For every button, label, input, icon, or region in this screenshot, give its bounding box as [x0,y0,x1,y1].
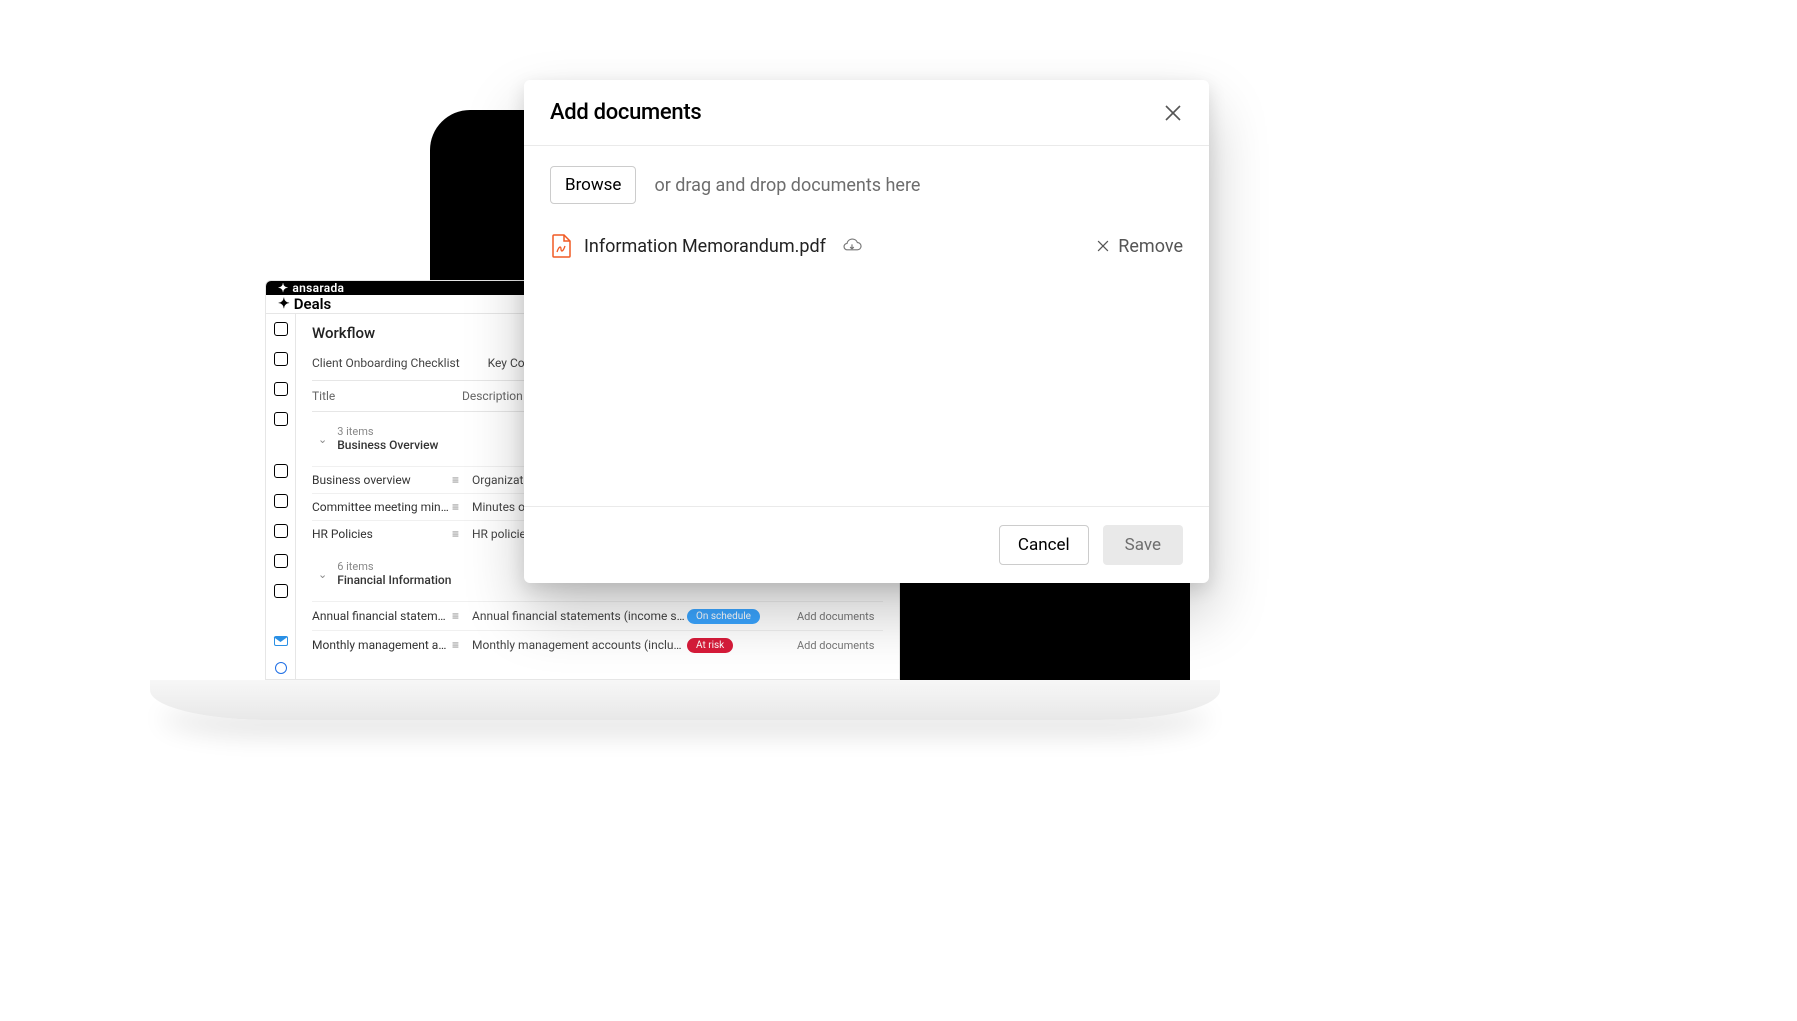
section-name: Financial Information [337,573,451,587]
brand-name: ansarada [292,281,344,295]
drag-handle-icon[interactable]: ≡ [452,527,472,541]
tab-client-onboarding[interactable]: Client Onboarding Checklist [312,356,460,370]
save-button[interactable]: Save [1103,525,1183,565]
pdf-icon [550,234,572,258]
table-row[interactable]: Annual financial statements ≡ Annual fin… [312,601,883,630]
col-title: Title [312,389,462,403]
cloud-download-icon [842,238,862,254]
section-count: 3 items [337,426,438,438]
row-title: Committee meeting minutes [312,500,452,514]
rail-icon-1[interactable] [274,322,288,336]
info-icon[interactable] [275,662,287,674]
remove-label: Remove [1118,236,1183,257]
add-documents-link[interactable]: Add documents [797,639,874,652]
table-row[interactable]: Monthly management acco… ≡ Monthly manag… [312,630,883,659]
chevron-down-icon: ⌄ [318,568,327,581]
status-badge: On schedule [687,609,760,624]
close-icon [1096,239,1110,253]
section-count: 6 items [337,561,451,573]
rail-icon-2[interactable] [274,352,288,366]
rail-icon-6[interactable] [274,494,288,508]
sidebar-rail: → [266,314,296,680]
chevron-down-icon: ⌄ [318,433,327,446]
row-title: Annual financial statements [312,609,452,623]
drag-handle-icon[interactable]: ≡ [452,473,472,487]
row-title: Monthly management acco… [312,638,452,652]
rail-icon-8[interactable] [274,554,288,568]
modal-title: Add documents [550,100,701,125]
section-name: Business Overview [337,438,438,452]
close-icon[interactable] [1163,103,1183,123]
mail-icon[interactable] [274,636,288,646]
add-documents-link[interactable]: Add documents [797,610,874,623]
settings-icon[interactable] [274,584,288,598]
laptop-base [150,680,1220,720]
cancel-button[interactable]: Cancel [999,525,1089,565]
app-icon: ✦ [278,296,290,312]
add-documents-modal: Add documents Browse or drag and drop do… [524,80,1209,583]
drag-handle-icon[interactable]: ≡ [452,609,472,623]
drag-handle-icon[interactable]: ≡ [452,500,472,514]
status-badge: At risk [687,638,733,653]
file-name: Information Memorandum.pdf [584,236,826,257]
app-name: Deals [294,295,332,313]
row-title: HR Policies [312,527,452,541]
file-row: Information Memorandum.pdf Remove [550,234,1183,258]
row-description: Monthly management accounts (including k… [472,638,687,652]
drop-hint: or drag and drop documents here [654,175,920,196]
brand-icon: ✦ [278,281,288,295]
rail-icon-4[interactable] [274,412,288,426]
rail-icon-5[interactable] [274,464,288,478]
row-title: Business overview [312,473,452,487]
browse-button[interactable]: Browse [550,166,636,204]
rail-icon-7[interactable] [274,524,288,538]
row-description: Annual financial statements (income stat… [472,609,687,623]
remove-button[interactable]: Remove [1096,236,1183,257]
rail-icon-3[interactable] [274,382,288,396]
drag-handle-icon[interactable]: ≡ [452,638,472,652]
